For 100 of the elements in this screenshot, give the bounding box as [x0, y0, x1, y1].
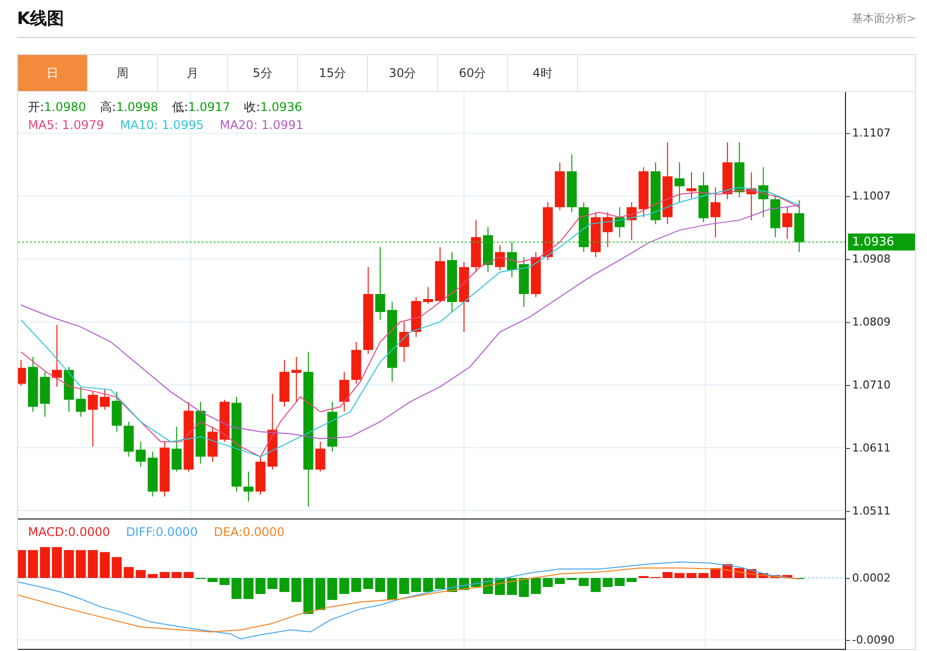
histogram-bar: [40, 547, 50, 578]
histogram-bar: [244, 578, 254, 599]
histogram-bar: [88, 550, 98, 578]
price-axis-label: 1.1007: [852, 190, 891, 202]
candlestick: [758, 166, 768, 218]
histogram-bar: [184, 572, 194, 578]
candlestick: [746, 172, 756, 221]
candlestick: [255, 456, 266, 496]
candlestick: [542, 202, 553, 261]
histogram-bar: [602, 578, 613, 587]
candlestick: [686, 172, 696, 199]
candlestick: [40, 371, 50, 418]
candlestick: [100, 388, 110, 410]
fundamental-analysis-link[interactable]: 基本面分析>: [852, 11, 916, 26]
histogram-bar: [638, 576, 649, 578]
histogram-bar: [387, 578, 398, 600]
candlestick: [196, 401, 206, 464]
macd-legend-label: MACD:0.0000: [28, 524, 110, 541]
price-axis-label: 1.0908: [852, 252, 891, 266]
histogram-bar: [686, 573, 696, 578]
macd-axis-label: -0.0090: [852, 634, 895, 646]
histogram-bar: [267, 578, 278, 589]
histogram-bar: [411, 578, 422, 592]
histogram-bar: [28, 550, 38, 578]
candlestick: [148, 451, 158, 498]
histogram-bar: [232, 578, 242, 599]
price-axis-label: 1.0710: [852, 378, 891, 392]
histogram-bar: [351, 578, 362, 592]
candlestick: [244, 471, 254, 502]
candlestick: [160, 441, 170, 498]
histogram-bar: [52, 547, 62, 578]
candlestick: [590, 212, 601, 258]
candlestick: [794, 200, 804, 253]
candlestick: [578, 202, 589, 253]
candlestick: [124, 421, 134, 458]
histogram-bar: [64, 550, 74, 578]
moving-average-label: MA20: 1.0991: [220, 117, 304, 134]
candlestick: [566, 154, 577, 213]
candlestick: [172, 426, 182, 472]
quote-label: 收:: [244, 100, 260, 114]
candlestick: [674, 162, 685, 203]
candlestick: [327, 401, 338, 452]
histogram-bar: [782, 575, 792, 578]
histogram-bar: [100, 552, 110, 578]
candlestick: [698, 172, 708, 223]
quote-label: 开:: [28, 100, 44, 114]
candlestick: [291, 356, 302, 402]
histogram-bar: [124, 567, 134, 578]
histogram-bar: [626, 578, 637, 582]
candlestick: [423, 286, 434, 304]
candlestick: [184, 401, 194, 472]
histogram-bar: [375, 578, 386, 592]
histogram-bar: [578, 578, 589, 586]
candlestick: [650, 162, 661, 225]
histogram-bar: [339, 578, 350, 594]
candlestick: [64, 366, 74, 412]
quote-value: 1.0980: [44, 100, 86, 114]
candlestick: [459, 262, 469, 332]
histogram-bar: [112, 557, 122, 578]
price-axis-label: 1.1107: [852, 126, 891, 140]
histogram-bar: [363, 578, 374, 589]
histogram-bar: [303, 578, 314, 614]
candlestick: [770, 194, 780, 238]
macd-axis-label: 0.0002: [852, 572, 891, 584]
candlestick: [339, 371, 350, 412]
macd-legend-label: DIFF:0.0000: [126, 524, 198, 541]
candlestick: [399, 321, 410, 362]
candlestick: [638, 166, 649, 218]
histogram-bar: [710, 568, 720, 578]
histogram-bar: [255, 578, 266, 594]
price-axis-label: 1.0809: [852, 316, 891, 328]
candlestick: [782, 206, 792, 240]
quote-label: 低:: [172, 100, 188, 114]
candlestick: [351, 341, 362, 384]
candlestick: [112, 391, 122, 432]
histogram-bar: [160, 572, 170, 578]
candlestick: [52, 324, 62, 388]
histogram-bar: [327, 578, 338, 600]
moving-average-label: MA10: 1.0995: [120, 117, 204, 134]
histogram-bar: [399, 578, 410, 594]
histogram-bar: [506, 578, 517, 595]
candlestick: [722, 142, 732, 200]
histogram-bar: [590, 578, 601, 592]
histogram-bar: [758, 573, 768, 578]
candlestick: [315, 441, 326, 472]
histogram-bar: [172, 572, 182, 578]
candlestick: [710, 186, 720, 238]
candlestick: [530, 252, 541, 298]
candlestick: [614, 206, 625, 238]
histogram-bar: [435, 578, 446, 589]
candlestick: [279, 359, 290, 408]
histogram-bar: [136, 570, 146, 578]
candlestick: [602, 212, 613, 248]
page-title: K线图: [17, 8, 64, 30]
quote-value: 1.0936: [260, 100, 302, 114]
histogram-bar: [518, 578, 529, 597]
histogram-bar: [662, 572, 673, 578]
candlestick: [518, 256, 529, 308]
candlestick: [411, 296, 422, 338]
candlestick: [28, 356, 38, 412]
